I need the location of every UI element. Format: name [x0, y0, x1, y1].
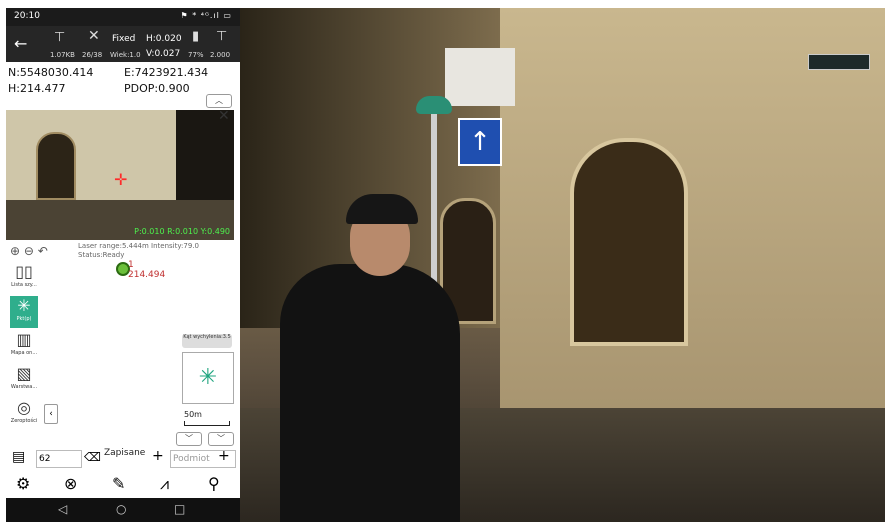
location-pin-icon[interactable]: ⚲	[208, 474, 220, 493]
surveyor-person	[280, 194, 460, 522]
pdop: PDOP:0.900	[124, 82, 190, 95]
back-arrow-icon[interactable]: ←	[14, 34, 27, 53]
tool-location[interactable]: ◎ Zeroptości	[10, 398, 38, 430]
fix-status: Fixed	[112, 34, 136, 44]
pole-height: 2.000	[210, 51, 231, 59]
one-way-sign-icon: ↑	[458, 118, 502, 166]
back-nav-icon[interactable]: ◁	[58, 502, 67, 516]
shop-arch	[570, 138, 688, 346]
battery-percent: 77%	[188, 51, 204, 59]
tool-label: Warstwa...	[10, 384, 38, 390]
input-row: ▤ 62 ⌫ Zapisane + Podmiot +	[6, 448, 240, 472]
tool-layers[interactable]: ▧ Warstwa...	[10, 364, 38, 396]
notes-icon[interactable]: ▤	[12, 449, 25, 465]
layers-icon: ▧	[16, 364, 32, 383]
expand-down-button-1[interactable]: ﹀	[176, 432, 202, 446]
point-icon: ✳	[17, 296, 31, 315]
jacket	[280, 264, 460, 522]
cap	[346, 194, 418, 224]
height: H:214.477	[8, 82, 66, 95]
collapse-up-button[interactable]: ︿	[206, 94, 232, 108]
point-name: 1	[128, 260, 134, 270]
satellite-count: 26/38	[82, 51, 103, 59]
add-icon[interactable]: +	[152, 448, 164, 464]
antenna-icon: ⊤	[54, 30, 66, 45]
laser-range: Laser range:5.444m Intensity:79.0	[78, 242, 199, 250]
camera-building	[6, 110, 176, 200]
easting: E:7423921.434	[124, 66, 209, 79]
recents-nav-icon[interactable]: □	[174, 502, 185, 516]
tool-label: Pkt(p)	[16, 316, 32, 322]
android-nav-bar: ◁ ○ □	[6, 498, 240, 522]
map-zoom-controls: ⊕ ⊖ ↶	[10, 244, 48, 258]
h-precision: H:0.020	[146, 34, 182, 44]
compass-tool-icon[interactable]: ⩘	[160, 474, 169, 494]
northing: N:5548030.414	[8, 66, 94, 79]
point-label: 1 214.494	[128, 260, 165, 280]
edit-icon[interactable]: ✎	[112, 474, 125, 493]
coordinates-panel: N:5548030.414 E:7423921.434 H:214.477 PD…	[6, 62, 240, 108]
notice-sign	[445, 48, 515, 106]
location-icon: ◎	[17, 398, 31, 417]
battery-icon: ▮	[192, 29, 200, 44]
tool-palette: ▯▯ Lista szy... ✳ Pkt(p) ▥ Mapa on... ▧ Wars…	[10, 262, 40, 432]
tilt-readout: P:0.010 R:0.010 Y:0.490	[134, 227, 230, 236]
undo-icon[interactable]: ↶	[38, 244, 48, 258]
tilt-compass-icon: ✳	[182, 352, 234, 404]
point-height: 214.494	[128, 270, 166, 280]
laser-status: Laser range:5.444m Intensity:79.0 Status…	[78, 242, 199, 260]
camera-view[interactable]: ✛ P:0.010 R:0.010 Y:0.490	[6, 110, 234, 240]
street-photo: ↑	[240, 8, 885, 522]
add-subject-icon[interactable]: +	[218, 448, 230, 464]
tool-point-list[interactable]: ▯▯ Lista szy...	[10, 262, 38, 294]
map-icon: ▥	[16, 330, 32, 349]
list-icon: ▯▯	[15, 262, 33, 281]
tool-label: Lista szy...	[11, 282, 37, 288]
camera-arch	[36, 132, 76, 200]
zoom-out-icon[interactable]: ⊖	[24, 244, 34, 258]
collapse-left-button[interactable]: ‹	[44, 404, 58, 424]
scale-label: 50m	[184, 410, 202, 419]
v-precision: V:0.027	[146, 49, 181, 59]
tool-label: Zeroptości	[10, 418, 38, 424]
status-time: 20:10	[14, 11, 40, 21]
scale-bar	[184, 421, 230, 426]
age-value: Wiek:1.0	[110, 51, 141, 59]
app-bar: ← ⊤ 1.07KB ✕ 26/38 Fixed Wiek:1.0 H:0.02…	[6, 26, 240, 62]
gnss-receiver	[416, 96, 452, 114]
target-icon[interactable]: ⊗	[64, 474, 77, 493]
close-icon[interactable]: ✕	[218, 108, 230, 124]
zoom-in-icon[interactable]: ⊕	[10, 244, 20, 258]
user-settings-icon[interactable]: ⚙	[16, 474, 30, 493]
laser-state: Status:Ready	[78, 251, 125, 259]
tool-map[interactable]: ▥ Mapa on...	[10, 330, 38, 362]
status-icons: ⚑ * ⁴ᴳ.ıl ▭	[180, 11, 232, 20]
data-size: 1.07KB	[50, 51, 75, 59]
phone-screen: 20:10 ⚑ * ⁴ᴳ.ıl ▭ ← ⊤ 1.07KB ✕ 26/38 Fix…	[6, 8, 240, 522]
crosshair-icon: ✛	[114, 170, 128, 189]
street-name-sign	[808, 54, 870, 70]
pole-icon[interactable]: ⊤	[216, 29, 227, 44]
status-bar: 20:10 ⚑ * ⁴ᴳ.ıl ▭	[6, 8, 240, 26]
satellite-icon[interactable]: ✕	[88, 28, 100, 44]
tool-point[interactable]: ✳ Pkt(p)	[10, 296, 38, 328]
tool-label: Mapa on...	[10, 350, 38, 356]
tilt-angle-label: Kąt wychylenia:3.5	[182, 334, 232, 348]
point-number-input[interactable]: 62	[36, 450, 82, 468]
saved-label: Zapisane	[102, 448, 148, 458]
clear-icon[interactable]: ⌫	[84, 450, 101, 464]
home-nav-icon[interactable]: ○	[116, 502, 126, 516]
expand-down-button-2[interactable]: ﹀	[208, 432, 234, 446]
bottom-toolbar: ⚙ ⊗ ✎ ⩘ ⚲	[6, 474, 240, 498]
